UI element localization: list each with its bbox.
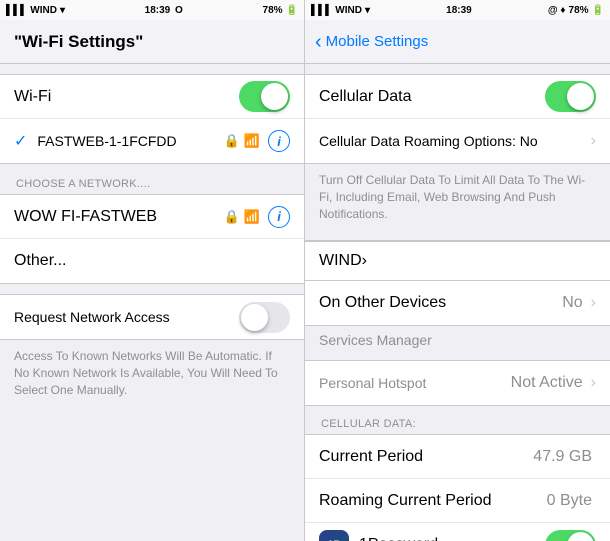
1password-toggle[interactable]: [545, 530, 596, 541]
battery-pct-left: 78%: [263, 5, 283, 16]
cellular-data-label: Cellular Data: [319, 88, 545, 106]
signal-icon-right: @ ♦: [548, 5, 566, 16]
1password-toggle-knob: [567, 532, 594, 541]
app-row-1password: 1P 1Password: [305, 523, 610, 541]
wifi-label: Wi-Fi: [14, 88, 239, 106]
signal-bars-icon: ▌▌▌: [6, 5, 27, 16]
current-period-row: Current Period 47.9 GB: [305, 435, 610, 479]
cellular-description: Turn Off Cellular Data To Limit All Data…: [305, 164, 610, 230]
cellular-data-toggle[interactable]: [545, 81, 596, 112]
other-devices-value: No: [562, 294, 582, 312]
wifi-icon-connected: 📶: [244, 133, 260, 149]
checkmark-icon: ✓: [14, 131, 27, 151]
clock-icon: O: [175, 5, 183, 16]
request-access-row: Request Network Access: [0, 295, 304, 339]
time-left: 18:39: [145, 5, 171, 16]
info-button-connected[interactable]: i: [268, 130, 290, 152]
choose-network-header: CHOOSE A NETWORK....: [0, 174, 304, 194]
wifi-settings-panel: ▌▌▌ WIND ▾ 18:39 O 78% 🔋 "Wi-Fi Settings…: [0, 0, 305, 541]
signal-bars-right-icon: ▌▌▌: [311, 5, 332, 16]
wind-section: WIND› On Other Devices No ›: [305, 240, 610, 326]
nav-bar-left: "Wi-Fi Settings": [0, 20, 304, 64]
current-period-label: Current Period: [319, 448, 533, 466]
nav-bar-right: ‹ Mobile Settings: [305, 20, 610, 64]
roaming-current-row: Roaming Current Period 0 Byte: [305, 479, 610, 523]
status-bar-left: ▌▌▌ WIND ▾ 18:39 O 78% 🔋: [0, 0, 304, 20]
wifi-toggle-section: Wi-Fi ✓ FASTWEB-1-1FCFDD 🔒 📶 i: [0, 74, 304, 164]
back-button[interactable]: Mobile Settings: [326, 33, 429, 50]
mobile-settings-panel: ▌▌▌ WIND ▾ 18:39 @ ♦ 78% 🔋 ‹ Mobile Sett…: [305, 0, 610, 541]
personal-hotspot-row[interactable]: Personal Hotspot Not Active ›: [305, 361, 610, 405]
1password-label: 1Password: [359, 536, 545, 541]
usage-section: Current Period 47.9 GB Roaming Current P…: [305, 434, 610, 541]
roaming-chevron-icon: ›: [591, 132, 596, 150]
wifi-footer-text: Access To Known Networks Will Be Automat…: [0, 340, 304, 406]
back-chevron-icon: ‹: [315, 32, 322, 52]
request-access-label: Request Network Access: [14, 309, 239, 325]
wifi-icon-wow: 📶: [244, 209, 260, 225]
info-button-wow[interactable]: i: [268, 206, 290, 228]
choose-network-section: CHOOSE A NETWORK.... WOW FI-FASTWEB 🔒 📶 …: [0, 174, 304, 284]
wow-network-name: WOW FI-FASTWEB: [14, 208, 218, 226]
personal-hotspot-label: Personal Hotspot: [319, 375, 511, 391]
roaming-current-label: Roaming Current Period: [319, 492, 547, 510]
lock-icon-connected: 🔒: [224, 133, 240, 149]
cellular-data-section-header: CELLULAR DATA:: [305, 414, 610, 434]
wind-label: WIND›: [319, 252, 596, 270]
request-access-toggle-knob: [241, 304, 268, 331]
roaming-options-label: Cellular Data Roaming Options: No: [319, 133, 587, 149]
wow-network-row[interactable]: WOW FI-FASTWEB 🔒 📶 i: [0, 195, 304, 239]
request-access-toggle[interactable]: [239, 302, 290, 333]
battery-pct-right: 78%: [569, 5, 589, 16]
connected-network-name: FASTWEB-1-1FCFDD: [37, 133, 217, 149]
time-right: 18:39: [446, 5, 472, 16]
battery-icon-right: 🔋: [592, 5, 604, 16]
1password-app-icon: 1P: [319, 530, 349, 541]
other-network-row[interactable]: Other...: [0, 239, 304, 283]
page-title-left: "Wi-Fi Settings": [14, 32, 143, 52]
personal-hotspot-chevron-icon: ›: [591, 374, 596, 392]
status-bar-right: ▌▌▌ WIND ▾ 18:39 @ ♦ 78% 🔋: [305, 0, 610, 20]
lock-icon-wow: 🔒: [224, 209, 240, 225]
cellular-data-toggle-knob: [567, 83, 594, 110]
roaming-current-value: 0 Byte: [547, 492, 592, 510]
services-manager-label: Services Manager: [305, 326, 610, 350]
wind-row: WIND›: [305, 241, 610, 281]
cellular-data-section: Cellular Data Cellular Data Roaming Opti…: [305, 74, 610, 164]
current-period-value: 47.9 GB: [533, 448, 592, 466]
other-devices-row[interactable]: On Other Devices No ›: [305, 281, 610, 325]
wifi-toggle-knob: [261, 83, 288, 110]
carrier-right: WIND: [335, 5, 362, 16]
personal-hotspot-section: Personal Hotspot Not Active ›: [305, 360, 610, 406]
other-network-label: Other...: [14, 252, 290, 270]
connected-network-row[interactable]: ✓ FASTWEB-1-1FCFDD 🔒 📶 i: [0, 119, 304, 163]
wifi-toggle[interactable]: [239, 81, 290, 112]
carrier-left: WIND: [30, 5, 57, 16]
personal-hotspot-value: Not Active: [511, 374, 583, 392]
roaming-options-row[interactable]: Cellular Data Roaming Options: No ›: [305, 119, 610, 163]
cellular-data-row: Cellular Data: [305, 75, 610, 119]
battery-icon-left: 🔋: [286, 5, 298, 16]
request-access-section: Request Network Access: [0, 294, 304, 340]
other-devices-chevron-icon: ›: [591, 294, 596, 312]
other-devices-label: On Other Devices: [319, 294, 562, 312]
wifi-toggle-row: Wi-Fi: [0, 75, 304, 119]
